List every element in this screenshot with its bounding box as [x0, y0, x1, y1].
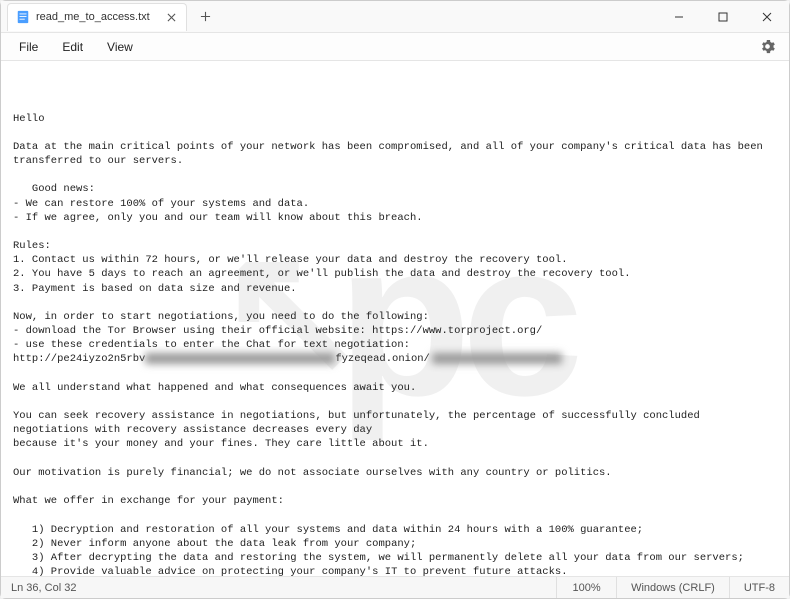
maximize-button[interactable]	[701, 2, 745, 32]
menubar: File Edit View	[1, 33, 789, 61]
new-tab-button[interactable]	[191, 3, 219, 31]
minimize-button[interactable]	[657, 2, 701, 32]
notepad-icon	[16, 10, 30, 24]
statusbar: Ln 36, Col 32 100% Windows (CRLF) UTF-8	[1, 576, 789, 598]
tab-strip: read_me_to_access.txt	[1, 1, 657, 32]
menu-view[interactable]: View	[97, 36, 143, 58]
redacted-text	[432, 353, 562, 364]
titlebar: read_me_to_access.txt	[1, 1, 789, 33]
status-position: Ln 36, Col 32	[1, 582, 86, 594]
menu-edit[interactable]: Edit	[52, 36, 93, 58]
document-tab[interactable]: read_me_to_access.txt	[7, 3, 187, 31]
notepad-window: read_me_to_access.txt File Edit View	[0, 0, 790, 599]
document-text: Hello Data at the main critical points o…	[13, 112, 777, 576]
close-window-button[interactable]	[745, 2, 789, 32]
status-encoding[interactable]: UTF-8	[729, 577, 789, 598]
status-line-ending[interactable]: Windows (CRLF)	[616, 577, 729, 598]
menu-file[interactable]: File	[9, 36, 48, 58]
tab-label: read_me_to_access.txt	[36, 11, 158, 23]
status-zoom[interactable]: 100%	[556, 577, 616, 598]
editor-area[interactable]: ↖pc Hello Data at the main critical poin…	[1, 61, 789, 576]
redacted-text	[145, 353, 335, 364]
window-controls	[657, 2, 789, 32]
close-tab-button[interactable]	[164, 10, 178, 24]
settings-button[interactable]	[753, 33, 781, 61]
